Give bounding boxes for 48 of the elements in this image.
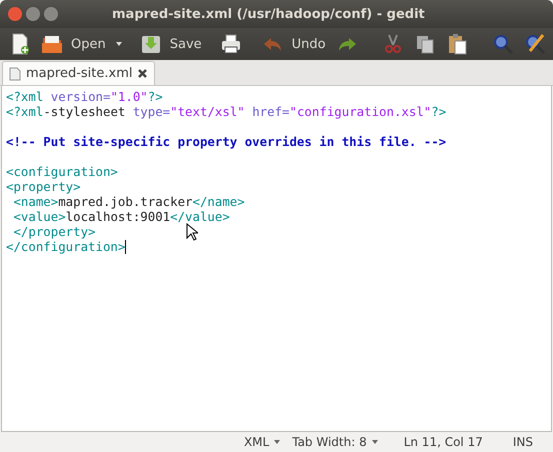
tab-label: mapred-site.xml — [26, 66, 132, 81]
open-button[interactable]: Open — [36, 29, 111, 59]
save-button[interactable]: Save — [134, 29, 207, 59]
mouse-pointer-icon — [186, 223, 198, 241]
text-cursor — [125, 240, 126, 254]
code-text: ?> — [148, 89, 163, 104]
maximize-button[interactable] — [44, 7, 58, 21]
save-download-icon — [140, 33, 162, 55]
search-replace-icon — [524, 33, 546, 55]
code-text: "configuration.xsl" — [290, 104, 432, 119]
code-text: <?xml — [6, 89, 44, 104]
code-text: <property> — [6, 179, 81, 194]
language-dropdown[interactable]: XML — [238, 435, 286, 449]
code-text: mapred.job.tracker — [58, 194, 192, 209]
caret-down-icon — [116, 42, 122, 46]
code-text: type= — [132, 104, 170, 119]
code-text: localhost:9001 — [66, 209, 170, 224]
code-text: </name> — [192, 194, 245, 209]
code-text: </property> — [12, 224, 96, 239]
code-text: href= — [251, 104, 290, 119]
code-text: <value> — [12, 209, 66, 224]
folder-icon — [41, 33, 63, 55]
document-icon — [9, 66, 21, 80]
undo-button[interactable]: Undo — [256, 29, 331, 59]
document-tab[interactable]: mapred-site.xml — [2, 61, 156, 85]
code-text: <?xml — [6, 104, 44, 119]
code-text: "text/xsl" — [170, 104, 245, 119]
printer-icon — [220, 33, 242, 55]
insert-mode: INS — [512, 435, 534, 449]
code-text: <configuration> — [6, 164, 118, 179]
code-text: <name> — [12, 194, 58, 209]
code-text: version= — [50, 89, 110, 104]
code-text: ?> — [431, 104, 446, 119]
code-text: </value> — [170, 209, 230, 224]
search-icon — [492, 33, 514, 55]
code-text: "1.0" — [110, 89, 148, 104]
cursor-position: Ln 11, Col 17 — [402, 435, 484, 449]
code-text: -stylesheet — [43, 104, 126, 119]
caret-down-icon — [274, 440, 280, 444]
close-icon[interactable] — [137, 68, 148, 79]
minimize-button[interactable] — [26, 7, 40, 21]
close-button[interactable] — [8, 7, 22, 21]
window-title: mapred-site.xml (/usr/hadoop/conf) - gedit — [112, 6, 425, 22]
caret-down-icon — [372, 440, 378, 444]
text-editor[interactable] — [1, 86, 552, 432]
tab-width-dropdown[interactable]: Tab Width: 8 — [286, 435, 384, 449]
code-text: </configuration> — [6, 239, 126, 254]
code-text: <!-- Put site-specific property overrides in this file. --> — [6, 134, 446, 149]
